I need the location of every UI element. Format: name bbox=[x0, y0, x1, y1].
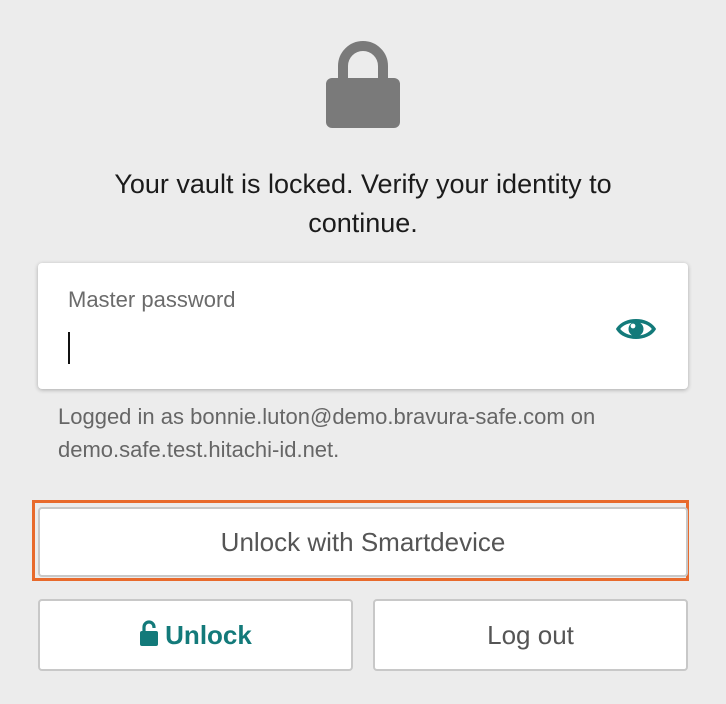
master-password-label: Master password bbox=[68, 287, 236, 312]
lock-icon bbox=[326, 41, 400, 128]
log-out-button-label: Log out bbox=[487, 619, 574, 650]
unlock-button[interactable]: Unlock bbox=[38, 599, 353, 671]
unlock-button-label: Unlock bbox=[165, 619, 252, 650]
unlock-with-smartdevice-label: Unlock with Smartdevice bbox=[220, 526, 506, 557]
unlocked-padlock-icon bbox=[140, 620, 159, 646]
toggle-password-visibility-button[interactable] bbox=[614, 309, 658, 349]
master-password-card: Master password bbox=[38, 263, 688, 389]
unlock-with-smartdevice-button[interactable]: Unlock with Smartdevice bbox=[38, 507, 688, 577]
logged-in-as-text: Logged in as bonnie.luton@demo.bravura-s… bbox=[58, 404, 596, 462]
master-password-input[interactable] bbox=[68, 327, 608, 367]
text-cursor bbox=[68, 332, 70, 364]
eye-icon bbox=[616, 319, 656, 339]
locked-message: Your vault is locked. Verify your identi… bbox=[114, 169, 612, 238]
log-out-button[interactable]: Log out bbox=[373, 599, 688, 671]
vault-lock-screen: Your vault is locked. Verify your identi… bbox=[0, 0, 726, 704]
